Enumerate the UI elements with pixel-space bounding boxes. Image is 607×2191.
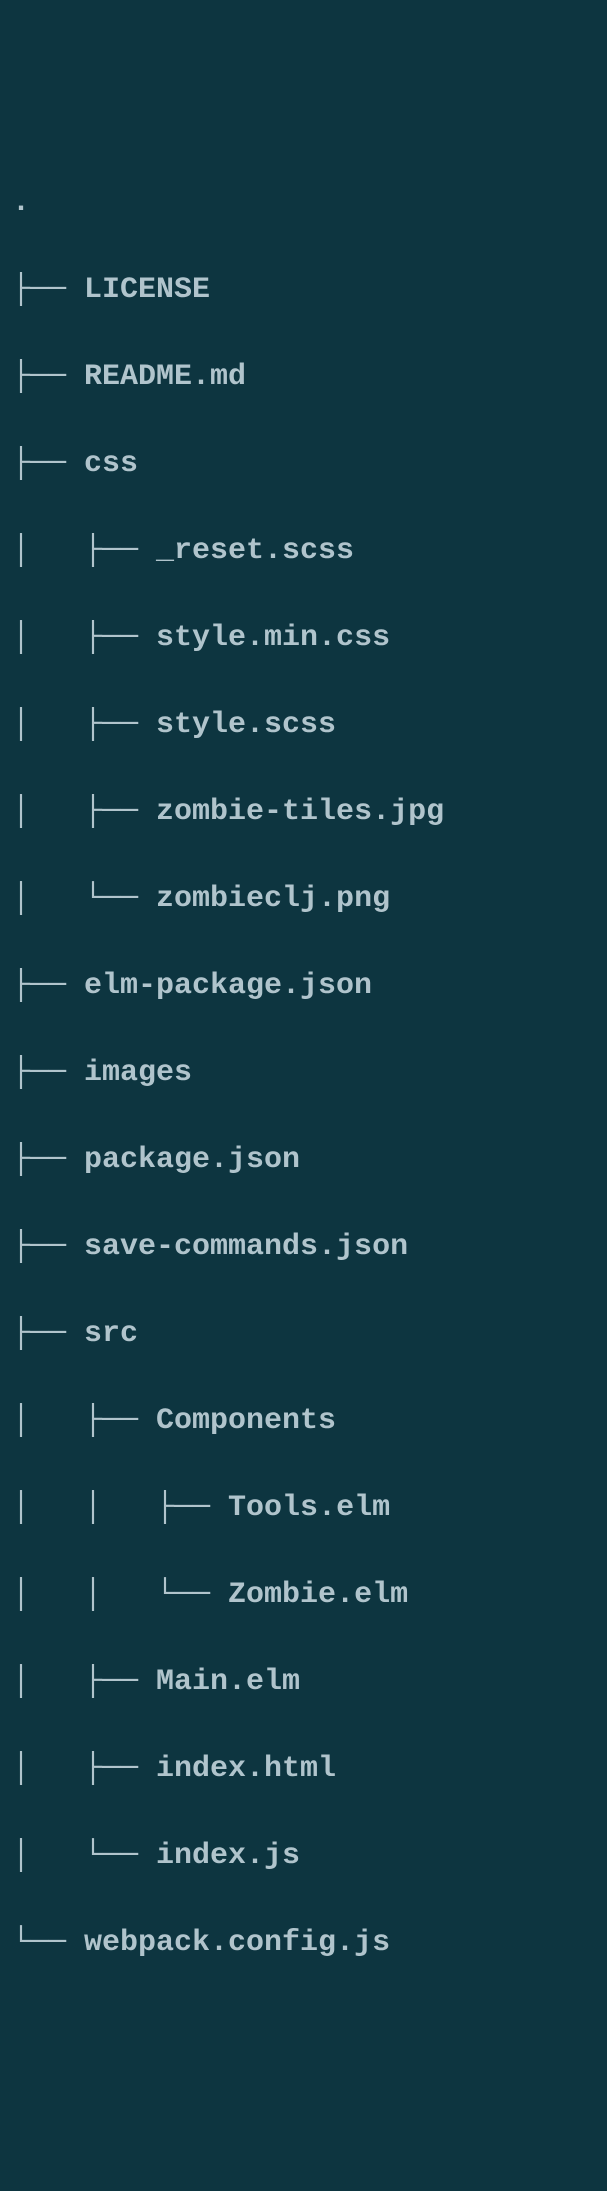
tree-row: └── webpack.config.js	[12, 1922, 595, 1966]
tree-connector: │ ├──	[12, 1665, 156, 1699]
tree-connector: ├──	[12, 1317, 84, 1351]
tree-row: │ └── zombieclj.png	[12, 878, 595, 922]
tree-row: │ │ └── Zombie.elm	[12, 1574, 595, 1618]
tree-connector: ├──	[12, 273, 84, 307]
tree-connector: ├──	[12, 1056, 84, 1090]
tree-row: ├── LICENSE	[12, 269, 595, 313]
tree-connector: ├──	[12, 360, 84, 394]
file-name: elm-package.json	[84, 969, 372, 1003]
tree-row: │ │ ├── Tools.elm	[12, 1487, 595, 1531]
tree-connector: │ ├──	[12, 621, 156, 655]
file-name: save-commands.json	[84, 1230, 408, 1264]
file-name: style.min.css	[156, 621, 390, 655]
tree-connector: │ └──	[12, 882, 156, 916]
tree-root: .	[12, 182, 595, 226]
folder-name: css	[84, 447, 138, 481]
file-name: Main.elm	[156, 1665, 300, 1699]
file-name: zombie-tiles.jpg	[156, 795, 444, 829]
file-name: LICENSE	[84, 273, 210, 307]
tree-row: ├── elm-package.json	[12, 965, 595, 1009]
file-name: _reset.scss	[156, 534, 354, 568]
tree-row: ├── README.md	[12, 356, 595, 400]
tree-connector: │ ├──	[12, 1404, 156, 1438]
file-name: README.md	[84, 360, 246, 394]
folder-name: Components	[156, 1404, 336, 1438]
tree-row: │ └── index.js	[12, 1835, 595, 1879]
tree-row: ├── images	[12, 1052, 595, 1096]
file-name: style.scss	[156, 708, 336, 742]
tree-connector: │ └──	[12, 1839, 156, 1873]
tree-row: │ ├── Main.elm	[12, 1661, 595, 1705]
tree-connector: ├──	[12, 1143, 84, 1177]
tree-connector: │ ├──	[12, 795, 156, 829]
tree-connector: └──	[12, 1926, 84, 1960]
file-name: Tools.elm	[228, 1491, 390, 1525]
file-name: package.json	[84, 1143, 300, 1177]
tree-connector: │ │ ├──	[12, 1491, 228, 1525]
tree-connector: │ │ └──	[12, 1578, 228, 1612]
tree-row: ├── src	[12, 1313, 595, 1357]
file-name: index.js	[156, 1839, 300, 1873]
tree-row: │ ├── index.html	[12, 1748, 595, 1792]
file-name: zombieclj.png	[156, 882, 390, 916]
tree-connector: │ ├──	[12, 534, 156, 568]
tree-connector: ├──	[12, 969, 84, 1003]
file-name: webpack.config.js	[84, 1926, 390, 1960]
tree-row: ├── save-commands.json	[12, 1226, 595, 1270]
tree-row: │ ├── _reset.scss	[12, 530, 595, 574]
tree-row: │ ├── zombie-tiles.jpg	[12, 791, 595, 835]
folder-name: src	[84, 1317, 138, 1351]
tree-connector: ├──	[12, 447, 84, 481]
tree-row: ├── css	[12, 443, 595, 487]
file-name: Zombie.elm	[228, 1578, 408, 1612]
tree-connector: │ ├──	[12, 708, 156, 742]
tree-connector: ├──	[12, 1230, 84, 1264]
tree-row: │ ├── style.min.css	[12, 617, 595, 661]
tree-row: │ ├── style.scss	[12, 704, 595, 748]
folder-name: images	[84, 1056, 192, 1090]
tree-row: │ ├── Components	[12, 1400, 595, 1444]
tree-connector: │ ├──	[12, 1752, 156, 1786]
file-name: index.html	[156, 1752, 336, 1786]
tree-row: ├── package.json	[12, 1139, 595, 1183]
